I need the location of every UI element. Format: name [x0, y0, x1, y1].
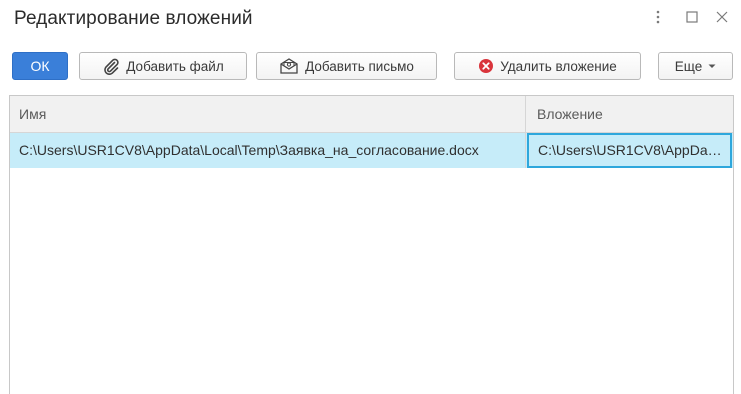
ok-button[interactable]: ОК: [12, 52, 68, 80]
ok-label: ОК: [30, 58, 50, 74]
maximize-icon: [686, 11, 698, 23]
cell-name[interactable]: C:\Users\USR1CV8\AppData\Local\Temp\Заяв…: [10, 133, 526, 168]
attachments-table: Имя Вложение C:\Users\USR1CV8\AppData\Lo…: [9, 95, 734, 394]
paperclip-icon: [102, 57, 120, 75]
more-vertical-icon: [656, 10, 660, 24]
add-file-label: Добавить файл: [126, 58, 224, 74]
delete-attachment-button[interactable]: Удалить вложение: [454, 52, 641, 80]
table-row[interactable]: C:\Users\USR1CV8\AppData\Local\Temp\Заяв…: [10, 133, 733, 168]
toolbar: ОК Добавить файл Добавить письмо Удалить…: [0, 51, 741, 81]
close-button[interactable]: [711, 6, 733, 28]
more-label: Еще: [674, 58, 703, 74]
delete-attachment-label: Удалить вложение: [500, 58, 617, 74]
cell-attachment[interactable]: C:\Users\USR1CV8\AppData\Local\Temp\Заяв…: [527, 133, 732, 168]
add-file-button[interactable]: Добавить файл: [79, 52, 247, 80]
title-bar: Редактирование вложений: [0, 0, 741, 40]
delete-circle-icon: [478, 58, 494, 74]
more-button[interactable]: Еще: [658, 52, 733, 80]
add-letter-label: Добавить письмо: [305, 58, 414, 74]
more-actions-button[interactable]: [647, 6, 669, 28]
table-header: Имя Вложение: [10, 96, 733, 133]
envelope-icon: [279, 57, 299, 75]
column-header-attachment[interactable]: Вложение: [526, 96, 733, 132]
column-header-name[interactable]: Имя: [10, 96, 526, 132]
window-title: Редактирование вложений: [14, 8, 253, 29]
close-icon: [716, 11, 728, 23]
chevron-down-icon: [708, 64, 716, 69]
maximize-button[interactable]: [681, 6, 703, 28]
add-letter-button[interactable]: Добавить письмо: [256, 52, 437, 80]
